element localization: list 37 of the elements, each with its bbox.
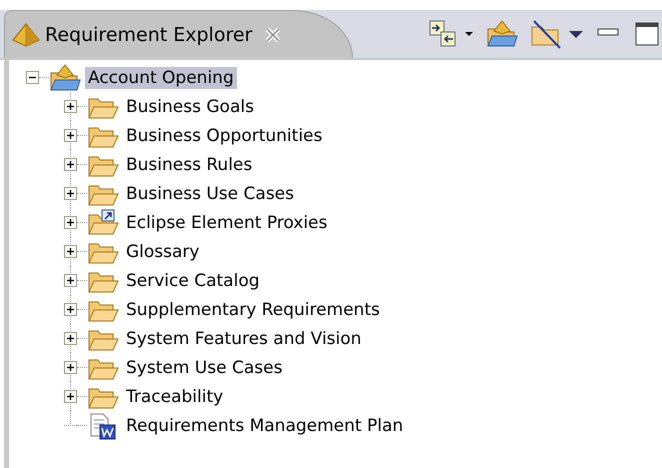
project-folder-icon [49, 62, 81, 92]
tree-item[interactable]: Account Opening [85, 66, 237, 88]
caret-icon[interactable] [464, 29, 474, 39]
tree-item[interactable]: System Features and Vision [123, 328, 364, 350]
tree-item[interactable]: Business Rules [123, 154, 256, 176]
tree-item[interactable]: Business Opportunities [123, 124, 326, 146]
tree-item[interactable]: Traceability [123, 386, 226, 408]
expand-toggle[interactable] [64, 390, 77, 403]
expand-toggle[interactable] [64, 100, 77, 113]
tree-item[interactable]: Business Goals [123, 96, 257, 118]
view-menu-icon[interactable] [568, 29, 584, 39]
tree-item[interactable]: Service Catalog [123, 270, 263, 292]
expand-toggle[interactable] [64, 361, 77, 374]
expand-toggle[interactable] [64, 303, 77, 316]
collapse-toggle[interactable] [26, 71, 39, 84]
expand-toggle[interactable] [64, 158, 77, 171]
tree-item[interactable]: Requirements Management Plan [123, 414, 406, 436]
view-title: Requirement Explorer [45, 24, 252, 46]
expand-toggle[interactable] [64, 187, 77, 200]
tree-item[interactable]: Glossary [123, 240, 202, 262]
tree-item[interactable]: Supplementary Requirements [123, 298, 383, 320]
close-icon[interactable] [264, 26, 282, 44]
expand-toggle[interactable] [64, 216, 77, 229]
expand-toggle[interactable] [64, 129, 77, 142]
pyramid-icon [11, 22, 41, 48]
view-tab[interactable]: Requirement Explorer [4, 10, 354, 58]
expand-toggle[interactable] [64, 274, 77, 287]
shortcut-folder-icon [87, 208, 119, 236]
tree-item[interactable]: Eclipse Element Proxies [123, 212, 330, 234]
collapse-all-icon[interactable] [428, 19, 458, 49]
expand-toggle[interactable] [64, 245, 77, 258]
tree-item[interactable]: System Use Cases [123, 356, 286, 378]
folder-icon[interactable] [486, 19, 518, 49]
maximize-icon[interactable] [634, 21, 660, 47]
expand-toggle[interactable] [64, 332, 77, 345]
tree-item[interactable]: Business Use Cases [123, 182, 297, 204]
crossed-folder-icon[interactable] [530, 19, 562, 49]
